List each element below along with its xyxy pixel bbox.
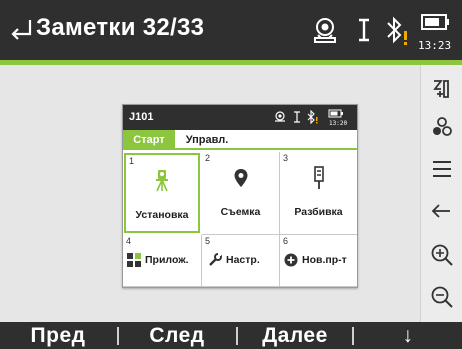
- zoom-out-icon: [431, 286, 453, 308]
- tile-label: Прилож.: [145, 254, 189, 266]
- zoom-in-button[interactable]: [421, 237, 462, 273]
- tile-number: 2: [205, 153, 211, 163]
- thumbnail-tile-grid: 1 Установка 2 Съемка 3 Разбивка 4 Прилож…: [123, 152, 357, 287]
- tile-number: 5: [205, 236, 211, 246]
- tile-content: Настр.: [208, 253, 260, 267]
- zoom-out-button[interactable]: [421, 279, 462, 315]
- tile-new-project: 6 Нов.пр-т: [280, 235, 357, 287]
- right-toolbar: [420, 65, 462, 322]
- stakeout-button[interactable]: [421, 109, 462, 145]
- function-key-bar: Пред След Далее ↓: [0, 322, 462, 349]
- apps-icon: [127, 253, 141, 267]
- tile-stakeout: 3 Разбивка: [280, 152, 357, 235]
- thumbnail-clock: 13:20: [329, 120, 348, 127]
- thumbnail-tab-strip: Старт Управл.: [123, 130, 357, 150]
- tile-number: 1: [129, 156, 135, 166]
- tile-apps: 4 Прилож.: [123, 235, 202, 287]
- tile-survey: 2 Съемка: [202, 152, 280, 235]
- tile-label: Съемка: [220, 206, 261, 218]
- tile-label: Нов.пр-т: [302, 254, 347, 266]
- measure-config-icon: [433, 80, 449, 98]
- tile-label: Настр.: [226, 254, 260, 266]
- tile-settings: 5 Настр.: [202, 235, 280, 287]
- battery-icon: [421, 14, 449, 30]
- stakeout-icon: [433, 117, 452, 136]
- location-pin-icon: [234, 169, 247, 187]
- input-mode-icon: [294, 111, 300, 123]
- instrument-status-icon: [275, 111, 285, 122]
- previous-button[interactable]: Пред: [0, 322, 116, 349]
- screen-thumbnail: J101 13:20 Старт Управл. 1 Установка 2 С…: [122, 104, 358, 288]
- tile-number: 4: [126, 236, 132, 246]
- tile-label: Разбивка: [294, 206, 343, 218]
- measure-config-button[interactable]: [421, 71, 462, 107]
- tile-content: Прилож.: [127, 253, 189, 267]
- tab-start: Старт: [123, 130, 175, 150]
- tile-content: Нов.пр-т: [284, 253, 347, 267]
- page-down-button[interactable]: ↓: [354, 322, 462, 349]
- zoom-in-icon: [431, 244, 453, 266]
- continue-button[interactable]: Далее: [238, 322, 352, 349]
- back-arrow-icon[interactable]: [8, 16, 34, 44]
- thumbnail-title-bar: J101 13:20: [123, 105, 357, 130]
- add-project-icon: [284, 253, 298, 267]
- menu-button[interactable]: [421, 151, 462, 187]
- pole-icon: [313, 166, 324, 189]
- page-title: Заметки 32/33: [36, 14, 205, 41]
- title-bar: Заметки 32/33 13:23: [0, 0, 462, 60]
- wrench-icon: [209, 253, 222, 266]
- tile-number: 3: [283, 153, 289, 163]
- menu-icon: [433, 161, 451, 177]
- tripod-icon: [156, 170, 168, 192]
- tab-manage: Управл.: [185, 134, 229, 146]
- next-button[interactable]: След: [119, 322, 235, 349]
- bluetooth-warning-icon: [307, 110, 318, 124]
- input-mode-icon[interactable]: [355, 14, 373, 46]
- clock-time: 13:23: [418, 39, 452, 52]
- tile-number: 6: [283, 236, 289, 246]
- tile-setup: 1 Установка: [124, 153, 200, 233]
- instrument-status-icon[interactable]: [310, 14, 340, 46]
- battery-icon: [328, 109, 343, 118]
- thumbnail-title: J101: [129, 111, 154, 123]
- bluetooth-warning-icon[interactable]: [385, 14, 411, 46]
- back-button[interactable]: [421, 193, 462, 229]
- back-icon: [431, 204, 450, 218]
- tile-label: Установка: [135, 209, 189, 221]
